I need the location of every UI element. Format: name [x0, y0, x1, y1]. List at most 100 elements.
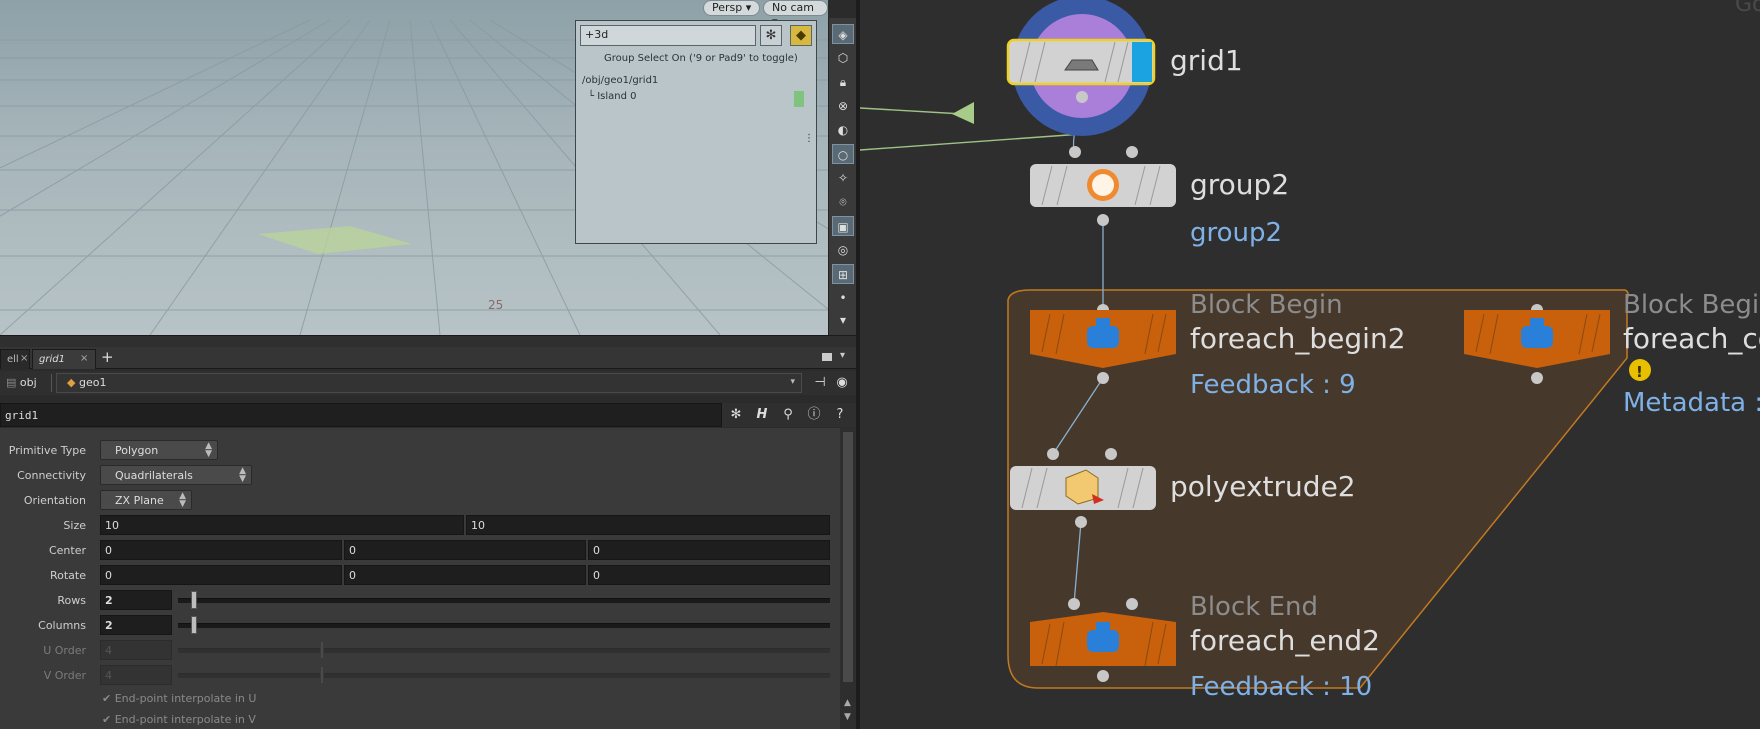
panel-resize-handle-icon[interactable]: ⋮ [804, 133, 814, 144]
path-geo1-label: geo1 [78, 376, 107, 389]
lock-icon[interactable]: 🔒︎ [832, 72, 854, 92]
add-tab-button[interactable]: + [101, 348, 114, 366]
ghost-icon[interactable]: ⊗ [832, 96, 854, 116]
grid-geometry[interactable] [258, 226, 412, 254]
path-segment-geo1[interactable]: ◆ geo1 [61, 374, 112, 392]
primitive-type-menu[interactable]: Polygon ▲ ▼ [100, 440, 218, 460]
render-icon[interactable]: ▣ [832, 216, 854, 236]
wire-arrow-icon [952, 102, 974, 124]
rows-field[interactable]: 2 [100, 590, 172, 610]
network-corner-text: Go [1735, 0, 1760, 17]
dot-icon[interactable]: • [832, 288, 854, 308]
select-mode-icon[interactable]: ◆ [790, 25, 812, 46]
pin-icon[interactable]: ⊣ [810, 373, 830, 393]
group2-output-connector[interactable] [1097, 214, 1109, 226]
scrollbar-thumb[interactable] [843, 432, 853, 682]
chevron-down-icon[interactable]: ▼ [844, 712, 851, 722]
search-icon[interactable]: ⚲ [778, 405, 798, 425]
parameter-pane: Primitive Type Polygon ▲ ▼ Connectivity Qu… [0, 428, 840, 729]
polyextrude2-input-connector[interactable] [1105, 448, 1117, 460]
check-icon: ✔ [102, 692, 112, 705]
tab-grid1-label: grid1 [39, 354, 65, 365]
scene-viewport[interactable]: 25 Persp ▾ No cam ▾ +3d ✻ ◆ Group Select… [0, 0, 828, 335]
shade-icon[interactable]: ◐ [832, 120, 854, 140]
parameter-scrollbar[interactable]: ▲ ▼ [840, 428, 856, 729]
link-icon[interactable]: ◉ [832, 373, 852, 393]
group2-input-connector[interactable] [1069, 146, 1081, 158]
rotate-z-field[interactable]: 0 [588, 565, 830, 585]
columns-field[interactable]: 2 [100, 615, 172, 635]
foreach-end2-input-connector[interactable] [1126, 598, 1138, 610]
network-editor[interactable]: ! Go grid1 group2 group2 Block Begin for… [860, 0, 1760, 729]
foreach-end2-output-connector[interactable] [1097, 670, 1109, 682]
foreach-end2-type-label: Block End [1190, 592, 1318, 622]
chevron-down-icon[interactable]: ▾ [790, 377, 795, 387]
updown-arrow-icon: ▲ ▼ [179, 491, 186, 509]
endpoint-u-label: End-point interpolate in U [114, 692, 257, 705]
rows-slider[interactable] [178, 598, 830, 603]
path-segment-obj[interactable]: ▤ obj [0, 374, 52, 392]
close-icon[interactable]: × [80, 353, 88, 364]
connectivity-menu[interactable]: Quadrilaterals ▲ ▼ [100, 465, 252, 485]
path-obj-label: obj [19, 376, 37, 389]
updown-arrow-icon: ▲ ▼ [205, 441, 212, 459]
orientation-label: Orientation [23, 494, 86, 507]
pane-divider[interactable] [0, 335, 856, 347]
info-icon[interactable]: ⓘ [804, 405, 824, 425]
rotate-label: Rotate [49, 569, 86, 582]
foreach-count-output-connector[interactable] [1531, 372, 1543, 384]
persp-menu-button[interactable]: Persp ▾ [703, 0, 761, 16]
columns-slider-handle[interactable] [191, 616, 198, 634]
group-select-input[interactable]: +3d [580, 25, 756, 46]
center-x-field[interactable]: 0 [100, 540, 342, 560]
grid1-display-flag[interactable] [1132, 42, 1152, 82]
orientation-menu[interactable]: ZX Plane ▲ ▼ [100, 490, 192, 510]
polyextrude2-input-connector[interactable] [1047, 448, 1059, 460]
chevron-down-icon[interactable]: ▾ [840, 350, 845, 361]
columns-label: Columns [38, 619, 86, 632]
houdini-help-icon[interactable]: H [752, 405, 772, 425]
pane-layout-icon[interactable] [822, 353, 832, 361]
camera-icon[interactable]: ⌾ [832, 192, 854, 212]
rows-slider-handle[interactable] [191, 591, 198, 609]
orientation-value: ZX Plane [115, 494, 164, 507]
foreach-end2-input-connector[interactable] [1068, 598, 1080, 610]
primitive-type-label: Primitive Type [8, 444, 86, 457]
node-name-field[interactable]: grid1 [0, 403, 722, 427]
network-icon: ▤ [6, 376, 17, 389]
center-y-field[interactable]: 0 [344, 540, 586, 560]
gear-icon[interactable]: ✻ [760, 25, 782, 46]
u-order-slider-handle [320, 641, 324, 659]
foreach-end2-feedback-label: Feedback : 10 [1190, 672, 1373, 702]
tab-shell-label: ell [7, 354, 19, 365]
chevron-up-icon[interactable]: ▲ [844, 698, 851, 708]
path-field[interactable]: ◆ geo1 ▾ [56, 373, 802, 393]
select-tool-icon[interactable]: ◈ [832, 24, 854, 44]
light-icon[interactable]: ○ [832, 144, 854, 164]
rotate-x-field[interactable]: 0 [100, 565, 342, 585]
gear-icon[interactable]: ✻ [726, 405, 746, 425]
primitive-type-value: Polygon [115, 444, 159, 457]
columns-slider[interactable] [178, 623, 830, 628]
connectivity-value: Quadrilaterals [115, 469, 193, 482]
chevron-down-icon[interactable]: ▾ [832, 310, 854, 330]
close-icon[interactable]: × [20, 353, 28, 364]
bulb-icon[interactable]: ✧ [832, 168, 854, 188]
display-options-icon[interactable]: ⊞ [832, 264, 854, 284]
camera-menu-button[interactable]: No cam ▾ [763, 0, 828, 28]
visibility-icon[interactable]: ◎ [832, 240, 854, 260]
group2-node-sublabel: group2 [1190, 218, 1283, 248]
rotate-y-field[interactable]: 0 [344, 565, 586, 585]
group2-input-connector[interactable] [1126, 146, 1138, 158]
input-wire [860, 107, 964, 115]
foreach-count-node-label: foreach_co [1623, 322, 1760, 355]
size-y-field[interactable]: 10 [466, 515, 830, 535]
center-z-field[interactable]: 0 [588, 540, 830, 560]
polyextrude2-output-connector[interactable] [1075, 516, 1087, 528]
grid1-output-connector[interactable] [1076, 91, 1088, 103]
help-icon[interactable]: ? [830, 405, 850, 425]
size-x-field[interactable]: 10 [100, 515, 464, 535]
check-icon: ✔ [102, 713, 112, 726]
foreach-begin2-output-connector[interactable] [1097, 372, 1109, 384]
snap-icon[interactable]: ⬡ [832, 48, 854, 68]
